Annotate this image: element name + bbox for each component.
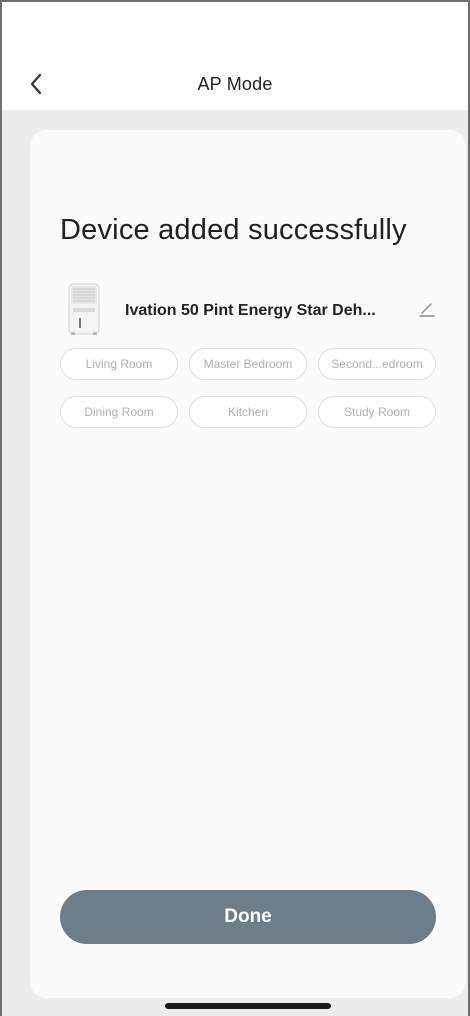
room-chip-living-room[interactable]: Living Room — [60, 348, 178, 380]
room-chip-master-bedroom[interactable]: Master Bedroom — [189, 348, 307, 380]
device-name: Ivation 50 Pint Energy Star Deh... — [125, 302, 376, 319]
room-chip-kitchen[interactable]: Kitchen — [189, 396, 307, 428]
edit-device-name-button[interactable] — [414, 296, 440, 322]
page-title: AP Mode — [197, 74, 273, 94]
room-chip-study-room[interactable]: Study Room — [318, 396, 436, 428]
success-card: Device added successfully Ivation 50 Pin… — [30, 130, 466, 998]
room-chip-second-bedroom[interactable]: Second...edroom — [318, 348, 436, 380]
done-button[interactable]: Done — [60, 890, 436, 944]
navigation-bar: AP Mode — [2, 2, 468, 110]
home-indicator — [165, 1003, 331, 1009]
success-heading: Device added successfully — [60, 214, 407, 246]
dehumidifier-icon — [68, 283, 100, 335]
device-row: Ivation 50 Pint Energy Star Deh... — [64, 280, 436, 340]
pencil-icon — [419, 303, 435, 317]
app-screen: AP Mode Device added successfully Ivatio… — [0, 0, 470, 1016]
room-chip-dining-room[interactable]: Dining Room — [60, 396, 178, 428]
